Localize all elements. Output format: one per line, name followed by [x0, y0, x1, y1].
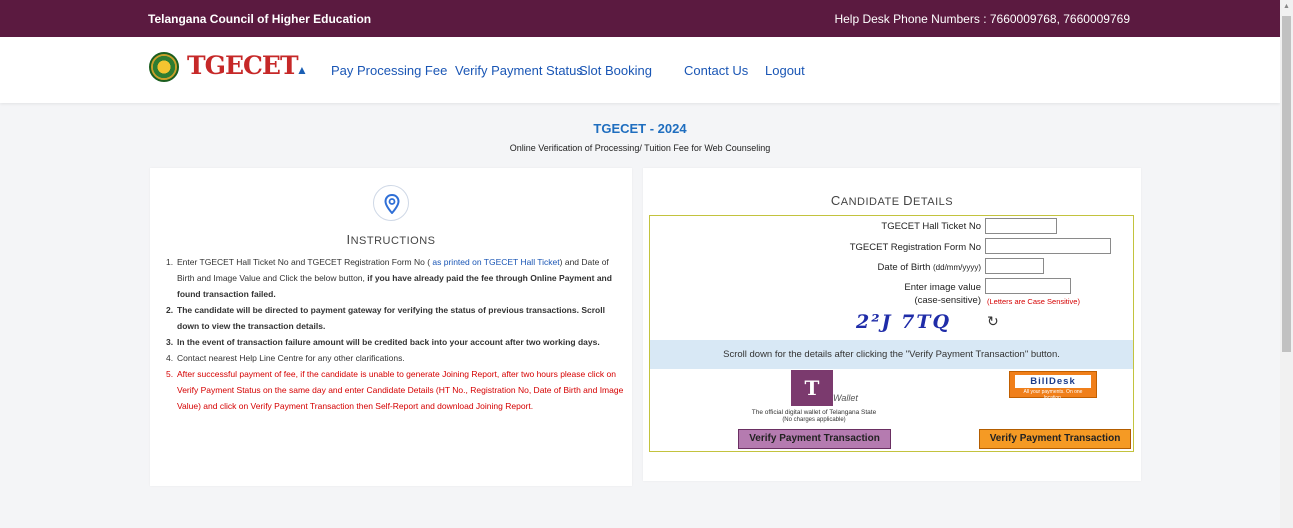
hall-ticket-input[interactable]: [985, 218, 1057, 234]
twallet-caption: The official digital wallet of Telangana…: [751, 409, 877, 416]
instruction-item: 3. In the event of transaction failure a…: [166, 337, 600, 347]
case-sensitive-label: (case-sensitive): [914, 295, 981, 306]
dob-label: Date of Birth (dd/mm/yyyy): [877, 262, 981, 273]
instruction-item: 2. The candidate will be directed to pay…: [166, 305, 605, 331]
instruction-item: 1. Enter TGECET Hall Ticket No and TGECE…: [166, 257, 612, 299]
help-desk-phone: Help Desk Phone Numbers : 7660009768, 76…: [834, 12, 1130, 26]
image-value-label: Enter image value: [904, 282, 981, 293]
billdesk-verify-button[interactable]: Verify Payment Transaction: [979, 429, 1131, 449]
nav-logout[interactable]: Logout: [765, 63, 805, 78]
registration-form-input[interactable]: [985, 238, 1111, 254]
location-pin-icon: [373, 185, 409, 221]
dob-input[interactable]: [985, 258, 1044, 274]
case-sensitive-note: (Letters are Case Sensitive): [987, 297, 1080, 306]
instructions-card: INSTRUCTIONS 1. Enter TGECET Hall Ticket…: [150, 168, 632, 486]
billdesk-logo: BillDesk All your payments. On one locat…: [1009, 371, 1097, 401]
refresh-icon[interactable]: ↻: [987, 313, 999, 330]
scrollbar-thumb[interactable]: [1282, 16, 1291, 352]
candidate-form: TGECET Hall Ticket No TGECET Registratio…: [649, 215, 1134, 452]
top-header-bar: Telangana Council of Higher Education He…: [0, 0, 1280, 37]
vertical-scrollbar[interactable]: ▲: [1280, 0, 1293, 528]
instruction-item: 5. After successful payment of fee, if t…: [166, 369, 624, 411]
candidate-details-card: CANDIDATE DETAILS TGECET Hall Ticket No …: [643, 168, 1141, 481]
nav-pay-processing-fee[interactable]: Pay Processing Fee: [331, 63, 447, 78]
captcha-image: 2²J 7TQ: [856, 311, 952, 333]
nav-contact-us[interactable]: Contact Us: [684, 63, 748, 78]
scroll-down-note: Scroll down for the details after clicki…: [650, 340, 1133, 369]
twallet-logo: T: [791, 370, 833, 406]
twallet-logo-tag: Wallet: [833, 393, 858, 403]
twallet-no-charges: (No charges applicable): [782, 417, 846, 423]
hall-ticket-label: TGECET Hall Ticket No: [881, 221, 981, 232]
page-title: TGECET - 2024: [593, 121, 687, 136]
twallet-verify-button[interactable]: Verify Payment Transaction: [738, 429, 891, 449]
main-navbar: TGECET ▲ Pay Processing Fee Verify Payme…: [0, 37, 1280, 103]
organization-name: Telangana Council of Higher Education: [148, 12, 372, 26]
registration-form-label: TGECET Registration Form No: [849, 242, 981, 253]
tgecet-logo[interactable]: TGECET: [187, 51, 299, 80]
scroll-up-arrow-icon[interactable]: ▲: [1280, 0, 1293, 14]
instructions-list: 1. Enter TGECET Hall Ticket No and TGECE…: [166, 254, 624, 414]
nav-verify-payment-status[interactable]: Verify Payment Status: [455, 63, 583, 78]
candidate-details-heading: CANDIDATE DETAILS: [830, 193, 954, 208]
tgecet-emblem-icon[interactable]: [149, 52, 179, 82]
home-icon[interactable]: ▲: [296, 63, 308, 77]
instructions-heading: INSTRUCTIONS: [346, 232, 436, 247]
instruction-item: 4. Contact nearest Help Line Centre for …: [166, 353, 405, 363]
hall-ticket-note: as printed on TGECET Hall Ticket: [432, 257, 560, 267]
nav-slot-booking[interactable]: Slot Booking: [579, 63, 652, 78]
image-value-input[interactable]: [985, 278, 1071, 294]
page-subtitle: Online Verification of Processing/ Tuiti…: [509, 143, 771, 153]
